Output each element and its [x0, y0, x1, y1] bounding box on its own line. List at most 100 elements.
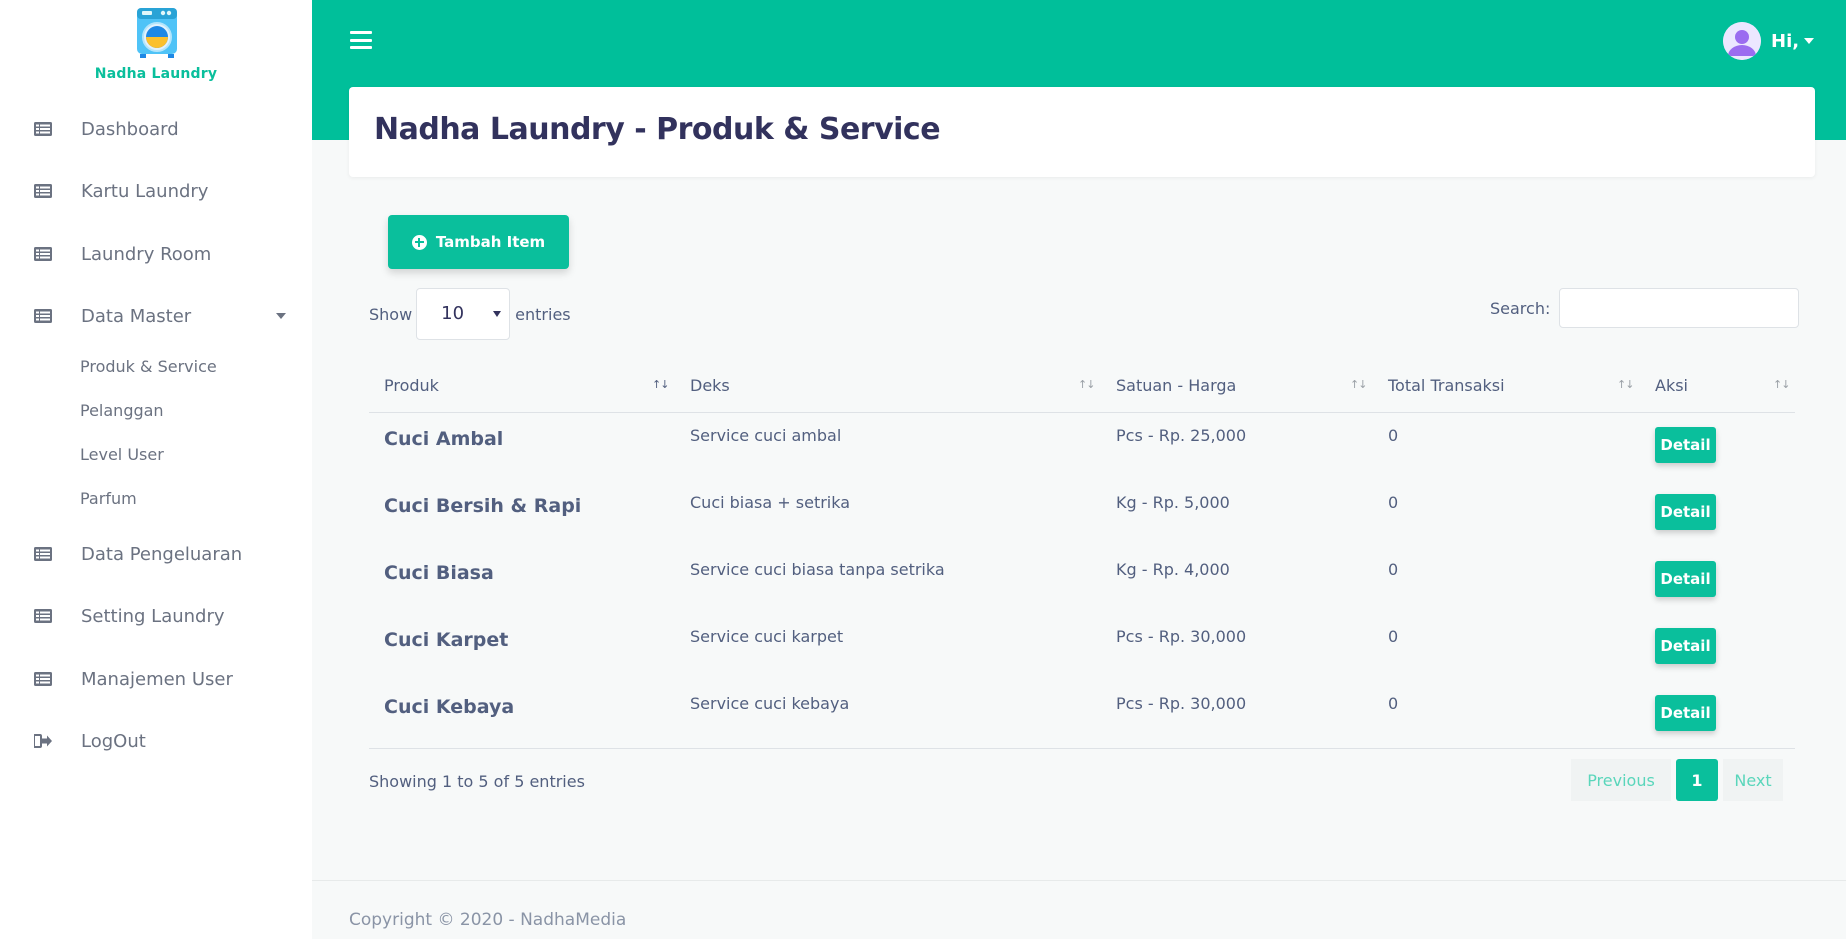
detail-button[interactable]: Detail — [1655, 427, 1716, 463]
sort-icon: ↑↓ — [1078, 378, 1095, 391]
sidebar-item-label: Laundry Room — [81, 243, 212, 265]
page-length-value: 10 — [441, 303, 465, 324]
detail-button[interactable]: Detail — [1655, 695, 1716, 731]
sort-icon: ↑↓ — [1773, 378, 1790, 391]
footer-divider — [312, 880, 1846, 881]
washing-machine-logo — [137, 8, 177, 58]
list-icon — [34, 547, 52, 561]
detail-button[interactable]: Detail — [1655, 494, 1716, 530]
sidebar-item-kartu-laundry[interactable]: Kartu Laundry — [0, 168, 312, 214]
table-info: Showing 1 to 5 of 5 entries — [369, 772, 585, 791]
next-page-button[interactable]: Next — [1723, 759, 1783, 801]
chevron-down-icon — [276, 313, 286, 319]
sign-out-icon — [34, 734, 52, 748]
sidebar-item-label: Manajemen User — [81, 668, 233, 690]
sort-icon: ↑↓ — [1617, 378, 1634, 391]
cell-satuan-harga: Kg - Rp. 5,000 — [1116, 493, 1230, 512]
cell-produk: Cuci Biasa — [384, 562, 494, 584]
column-header-deks[interactable]: Deks ↑↓ — [675, 365, 1101, 413]
sidebar-item-manajemen-user[interactable]: Manajemen User — [0, 656, 312, 702]
length-control: Show 10 entries — [369, 288, 571, 340]
cell-produk: Cuci Bersih & Rapi — [384, 495, 582, 517]
column-header-aksi[interactable]: Aksi ↑↓ — [1640, 365, 1795, 413]
page-length-select[interactable]: 10 — [416, 288, 511, 340]
add-item-button[interactable]: Tambah Item — [388, 215, 569, 269]
cell-produk: Cuci Karpet — [384, 629, 509, 651]
list-icon — [34, 672, 52, 686]
sidebar: Nadha Laundry Dashboard Kartu Laundry La… — [0, 0, 312, 939]
footer-copyright: Copyright © 2020 - NadhaMedia — [349, 910, 627, 930]
cell-deks: Service cuci ambal — [690, 426, 842, 445]
plus-circle-icon — [411, 234, 427, 250]
cell-total-transaksi: 0 — [1388, 694, 1399, 713]
sidebar-item-laundry-room[interactable]: Laundry Room — [0, 231, 312, 277]
cell-deks: Cuci biasa + setrika — [690, 493, 851, 512]
table-row: Cuci Bersih & Rapi Cuci biasa + setrika … — [369, 480, 1795, 547]
table-row: Cuci Kebaya Service cuci kebaya Pcs - Rp… — [369, 681, 1795, 748]
sidebar-item-data-master[interactable]: Data Master — [0, 293, 312, 339]
cell-deks: Service cuci biasa tanpa setrika — [690, 560, 945, 579]
search-control: Search: — [1490, 288, 1800, 328]
submenu-item-parfum[interactable]: Parfum — [80, 489, 137, 508]
sidebar-item-setting-laundry[interactable]: Setting Laundry — [0, 593, 312, 639]
cell-total-transaksi: 0 — [1388, 426, 1399, 445]
column-label: Aksi — [1655, 376, 1688, 395]
sort-icon: ↑↓ — [1350, 378, 1367, 391]
previous-page-button[interactable]: Previous — [1571, 759, 1671, 801]
sidebar-item-label: LogOut — [81, 730, 146, 752]
divider — [369, 748, 1795, 749]
detail-button[interactable]: Detail — [1655, 628, 1716, 664]
list-icon — [34, 609, 52, 623]
cell-produk: Cuci Ambal — [384, 428, 504, 450]
column-header-total-transaksi[interactable]: Total Transaksi ↑↓ — [1373, 365, 1640, 413]
column-label: Produk — [384, 376, 439, 395]
table-row: Cuci Ambal Service cuci ambal Pcs - Rp. … — [369, 413, 1795, 480]
sidebar-item-dashboard[interactable]: Dashboard — [0, 106, 312, 152]
table-row: Cuci Biasa Service cuci biasa tanpa setr… — [369, 547, 1795, 614]
avatar — [1723, 22, 1761, 60]
sidebar-item-label: Dashboard — [81, 118, 179, 140]
list-icon — [34, 122, 52, 136]
submenu-item-pelanggan[interactable]: Pelanggan — [80, 401, 164, 420]
sidebar-item-label: Setting Laundry — [81, 605, 225, 627]
cell-produk: Cuci Kebaya — [384, 696, 515, 718]
cell-deks: Service cuci karpet — [690, 627, 844, 646]
column-label: Satuan - Harga — [1116, 376, 1237, 395]
show-label: Show — [369, 304, 413, 324]
sidebar-item-label: Kartu Laundry — [81, 180, 209, 202]
list-icon — [34, 309, 52, 323]
cell-satuan-harga: Pcs - Rp. 30,000 — [1116, 627, 1247, 646]
user-icon — [1723, 22, 1761, 60]
page-1-button[interactable]: 1 — [1676, 759, 1718, 801]
menu-toggle-icon[interactable] — [350, 31, 372, 49]
column-header-produk[interactable]: Produk ↑↓ — [369, 365, 675, 413]
list-icon — [34, 247, 52, 261]
entries-label: entries — [515, 304, 571, 324]
table-row: Cuci Karpet Service cuci karpet Pcs - Rp… — [369, 614, 1795, 681]
add-item-label: Tambah Item — [435, 233, 546, 251]
cell-deks: Service cuci kebaya — [690, 694, 850, 713]
brand-name: Nadha Laundry — [94, 66, 218, 82]
cell-total-transaksi: 0 — [1388, 627, 1399, 646]
sidebar-item-logout[interactable]: LogOut — [0, 718, 312, 764]
brand[interactable]: Nadha Laundry — [0, 0, 312, 90]
cell-total-transaksi: 0 — [1388, 560, 1399, 579]
sidebar-item-data-pengeluaran[interactable]: Data Pengeluaran — [0, 531, 312, 577]
pagination: Previous 1 Next — [1571, 759, 1783, 801]
sidebar-item-label: Data Pengeluaran — [81, 543, 243, 565]
list-icon — [34, 184, 52, 198]
detail-button[interactable]: Detail — [1655, 561, 1716, 597]
submenu-item-level-user[interactable]: Level User — [80, 445, 164, 464]
user-greeting: Hi, — [1771, 30, 1800, 52]
user-menu[interactable]: Hi, — [1723, 22, 1815, 60]
column-header-satuan-harga[interactable]: Satuan - Harga ↑↓ — [1101, 365, 1373, 413]
search-input[interactable] — [1559, 288, 1800, 328]
page-header: Nadha Laundry - Produk & Service — [349, 87, 1815, 177]
cell-satuan-harga: Pcs - Rp. 30,000 — [1116, 694, 1247, 713]
cell-satuan-harga: Kg - Rp. 4,000 — [1116, 560, 1230, 579]
dropdown-arrow-icon — [493, 311, 502, 317]
column-label: Deks — [690, 376, 730, 395]
search-label: Search: — [1490, 298, 1551, 318]
submenu-item-produk-service[interactable]: Produk & Service — [80, 357, 217, 376]
sort-icon: ↑↓ — [652, 378, 669, 391]
